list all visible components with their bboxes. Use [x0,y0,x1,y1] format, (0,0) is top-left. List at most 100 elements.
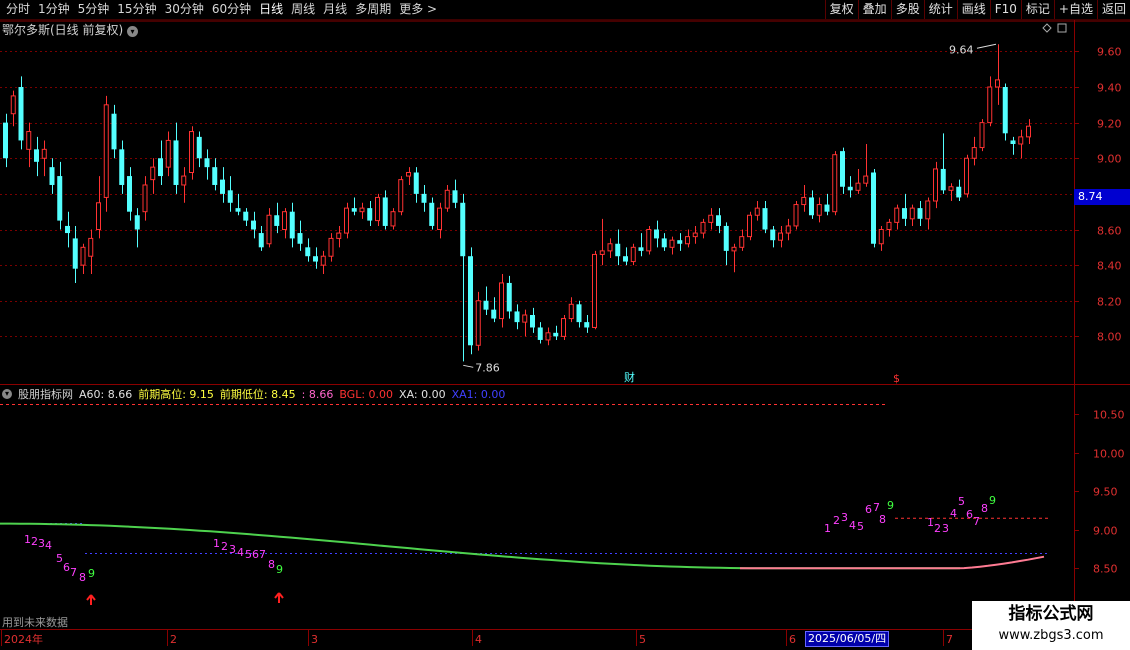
price-axis-label: 9.40 [1097,82,1122,95]
watermark-logo: 指标公式网 www.zbgs3.com [972,601,1130,650]
candle-body [669,239,675,248]
annotations: 9.64 7.86 财 $ [463,43,997,385]
candle-body [739,236,745,248]
candle-body [468,256,473,346]
candle-body [34,149,39,162]
candle-body [747,214,752,238]
candle-body [127,176,132,212]
candle-body [971,147,977,159]
future-data-note: 用到未来数据 [2,616,68,629]
candle-body [18,87,24,141]
count-digit: 4 [237,546,244,559]
candle-body [979,122,985,149]
candle-body [57,176,63,221]
count-digit: 2 [31,535,38,548]
indicator-name: 股朋指标网 [18,388,73,401]
chevron-down-icon[interactable]: ▾ [127,26,139,37]
x-axis-label: 2 [170,633,177,646]
candle-body [824,204,830,212]
indicator-axis: 10.5010.009.509.008.508.00 [1074,409,1125,615]
candle-body [282,211,287,230]
count-digit: 7 [973,515,980,528]
candle-body [871,172,876,244]
candle-body [785,225,791,234]
diamond-icon[interactable] [1042,23,1052,33]
xa-value: XA: 0.00 [399,387,446,401]
candle-body [840,151,845,187]
candle-body [816,204,822,216]
candle-body [902,208,907,219]
stock-chart-window: 分时 1分钟 5分钟 15分钟 30分钟 60分钟 日线 周线 月线 多周期 更… [0,0,1130,650]
candle-body [413,172,419,194]
candle-body [119,149,125,185]
candle-body [491,309,497,319]
candle-body [344,207,349,234]
count-digit: 6 [865,503,872,516]
candle-body [630,246,636,263]
candle-body [708,214,714,223]
candle-body [212,167,218,185]
candle-body [646,229,652,252]
candle-body [227,190,233,203]
candle-body [111,113,117,150]
window-icon[interactable] [1057,23,1067,33]
candle-body [584,322,590,328]
high-price-label: 9.64 [949,43,974,56]
candle-body [421,193,427,203]
count-digit: 8 [879,513,886,526]
chart-title: 鄂尔多斯(日线 前复权) ▾ [2,21,139,38]
candlestick-series [3,44,1031,362]
candle-body [204,158,210,168]
count-digit: 2 [833,514,840,527]
count-digit: 6 [252,548,259,561]
candle-body [545,332,551,341]
candle-body [173,140,179,185]
candle-body [189,131,194,173]
blank-value: : 8.66 [301,387,334,401]
candle-body [909,207,915,220]
candle-body [576,304,582,323]
s-marker: $ [893,372,900,385]
candle-body [266,214,272,245]
candle-body [243,211,249,221]
count-digit: 1 [824,522,831,535]
candle-body [801,196,807,206]
candle-body [894,207,900,223]
stock-title: 鄂尔多斯(日线 前复权) [2,23,124,37]
chart-canvas[interactable]: 9.609.409.209.008.808.608.408.208.00 10.… [0,0,1130,650]
candle-body [592,253,597,328]
candle-body [863,175,869,184]
candle-body [731,246,737,252]
candle-body [382,197,388,226]
candle-body [995,79,1000,88]
candle-body [10,95,16,115]
a60-value: A60: 8.66 [79,387,133,401]
count-digit: 6 [966,508,973,521]
count-digit: 2 [934,522,941,535]
candle-body [313,256,318,262]
candle-body [1002,87,1008,134]
watermark-url: www.zbgs3.com [998,628,1104,643]
candle-body [561,318,566,337]
price-axis-label: 9.60 [1097,46,1122,59]
indicator-axis-label: 9.50 [1093,486,1118,499]
candle-body [692,232,698,238]
indicator-axis-label: 8.50 [1093,563,1118,576]
count-digit: 9 [989,494,996,507]
candle-body [506,282,512,312]
candle-body [847,186,853,191]
candle-body [367,208,373,221]
candle-body [917,208,923,219]
price-axis-label: 8.40 [1097,260,1122,273]
candle-body [88,237,94,257]
candle-body [235,208,241,212]
candle-body [623,256,628,262]
cai-marker: 财 [624,370,635,384]
up-arrow-icon [86,594,96,605]
candle-body [460,202,466,257]
collapse-icon[interactable]: ▾ [2,389,12,399]
candle-body [336,232,342,239]
candle-body [80,246,86,266]
chart-control-icons[interactable] [1042,23,1067,33]
indicator-axis-label: 10.00 [1093,448,1125,461]
